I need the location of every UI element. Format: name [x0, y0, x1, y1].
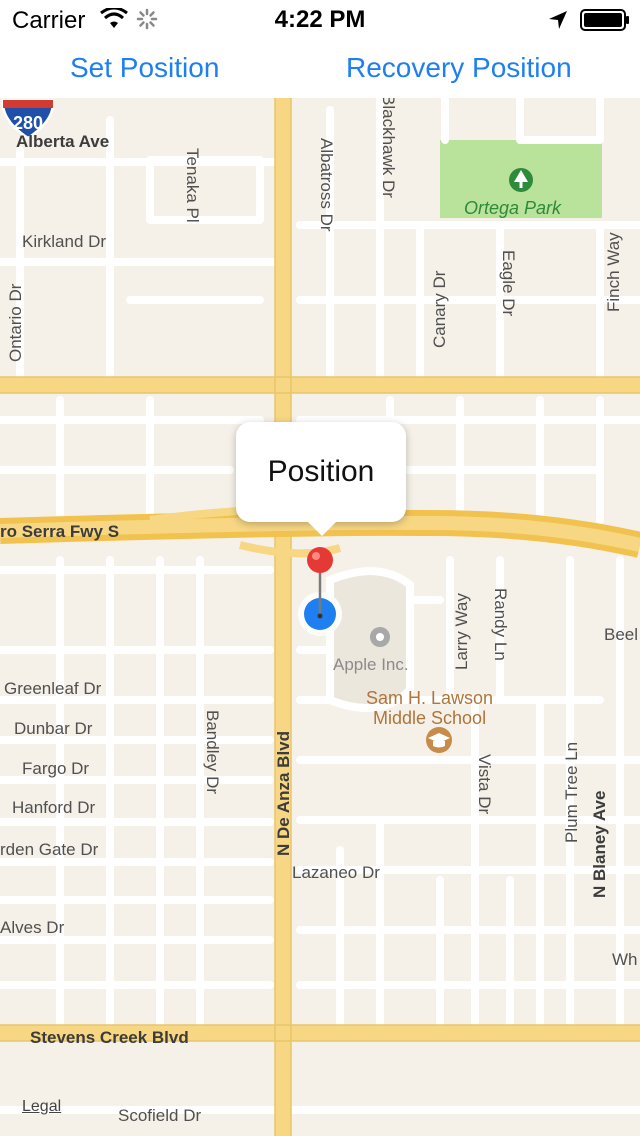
map-view[interactable]: 280 Alberta Ave Kirkland Dr Tenaka Pl Al…: [0, 98, 640, 1136]
school-label-line1: Sam H. Lawson: [366, 688, 494, 708]
callout-title: Position: [267, 455, 375, 488]
freeway-label: ro Serra Fwy S: [0, 522, 120, 541]
street-label-golden-gate: rden Gate Dr: [0, 840, 99, 859]
street-label-kirkland: Kirkland Dr: [22, 232, 107, 251]
battery-icon: [580, 9, 629, 31]
clock: 4:22 PM: [274, 6, 366, 33]
park-label: Ortega Park: [464, 198, 562, 218]
toolbar: Set Position Recovery Position: [0, 40, 640, 98]
map-pin-icon[interactable]: [296, 542, 346, 642]
school-label: Sam H. Lawson Middle School: [366, 688, 493, 728]
street-label-wh: Wh: [612, 950, 638, 969]
poi-apple-label: Apple Inc.: [333, 655, 409, 674]
school-label-line2: Middle School: [373, 708, 487, 728]
location-services-icon: [549, 11, 567, 29]
interstate-number: 280: [13, 113, 43, 133]
street-label-finch: Finch Way: [604, 232, 623, 312]
street-label-dunbar: Dunbar Dr: [14, 719, 93, 738]
street-label-greenleaf: Greenleaf Dr: [4, 679, 102, 698]
street-label-vista: Vista Dr: [475, 754, 494, 815]
street-label-de-anza: N De Anza Blvd: [274, 730, 293, 856]
street-label-plum-tree: Plum Tree Ln: [562, 741, 581, 843]
street-label-blackhawk: Blackhawk Dr: [379, 98, 398, 198]
street-label-hanford: Hanford Dr: [12, 798, 96, 817]
street-label-canary: Canary Dr: [430, 270, 449, 348]
street-label-bandley: Bandley Dr: [203, 710, 222, 795]
street-label-tenaka: Tenaka Pl: [183, 148, 202, 223]
street-label-albatross: Albatross Dr: [317, 138, 336, 232]
street-label-eagle: Eagle Dr: [499, 250, 518, 317]
street-label-alves: Alves Dr: [0, 918, 65, 937]
street-label-scofield: Scofield Dr: [118, 1106, 202, 1125]
street-label-alberta: Alberta Ave: [16, 132, 110, 151]
street-label-fargo: Fargo Dr: [22, 759, 90, 778]
set-position-button[interactable]: Set Position: [70, 52, 219, 84]
street-label-lazaneo: Lazaneo Dr: [292, 863, 380, 882]
street-label-blaney: N Blaney Ave: [590, 790, 609, 898]
street-label-stevens-creek: Stevens Creek Blvd: [30, 1028, 189, 1047]
street-label-ontario: Ontario Dr: [6, 283, 25, 362]
recovery-position-button[interactable]: Recovery Position: [346, 52, 572, 84]
status-bar: Carrier 4:22 PM: [0, 0, 640, 40]
pin-callout[interactable]: Position: [236, 422, 406, 536]
street-label-randy: Randy Ln: [491, 588, 510, 661]
street-label-beel: Beel: [604, 625, 639, 644]
legal-link[interactable]: Legal: [22, 1098, 61, 1116]
street-label-larry: Larry Way: [452, 593, 471, 670]
